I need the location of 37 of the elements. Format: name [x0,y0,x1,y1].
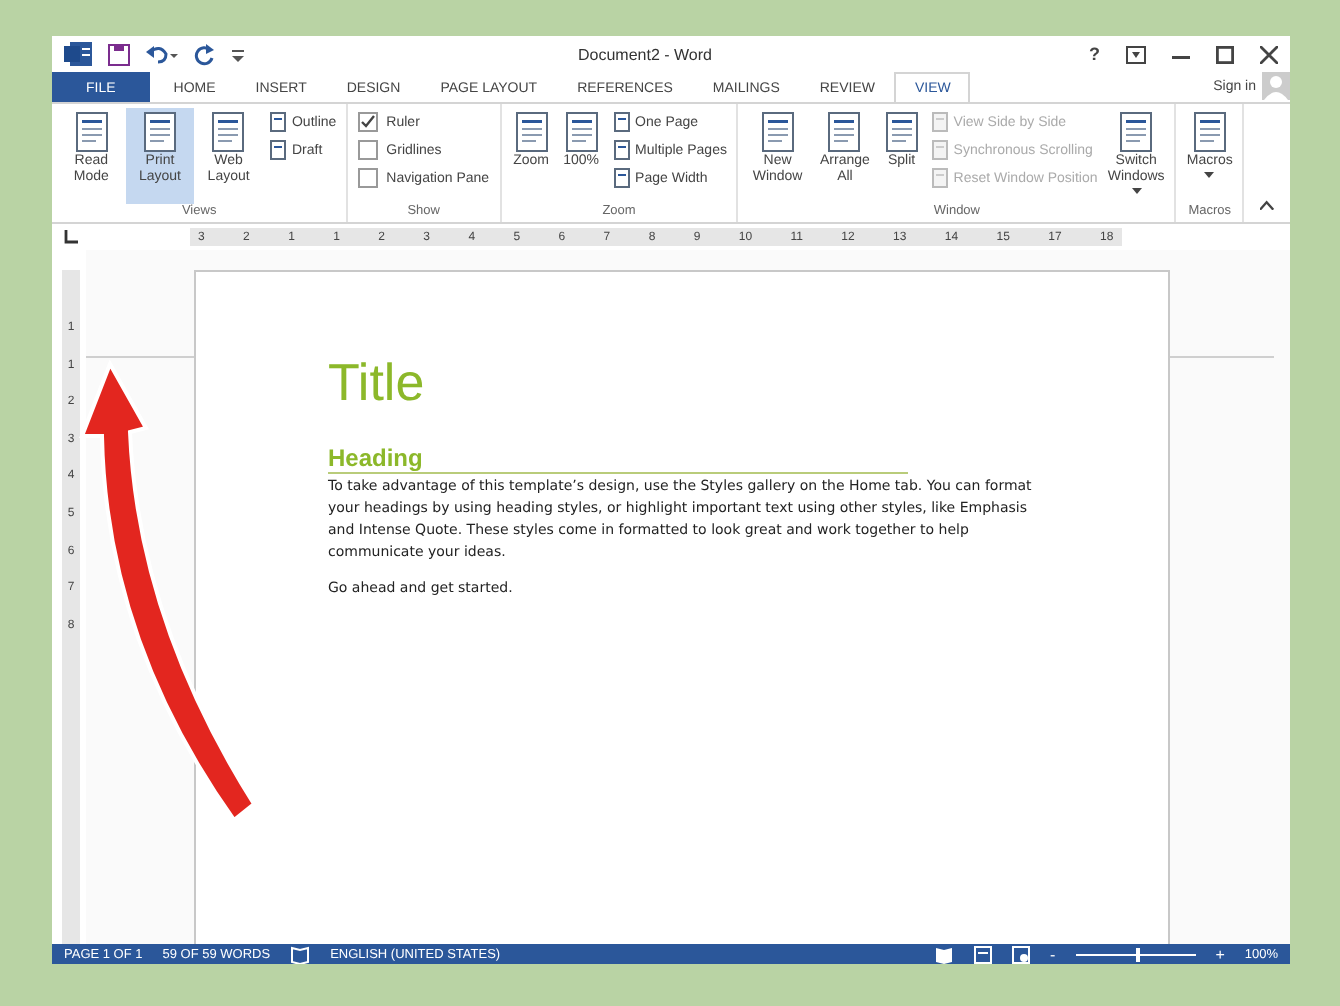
page-icon [561,110,602,154]
collapse-ribbon-icon[interactable] [1260,200,1274,210]
print-layout-icon[interactable] [974,945,993,963]
page-icon [757,110,798,154]
page-icon [611,140,632,160]
page-icon [611,112,632,132]
document-title: Title [328,352,427,412]
page-icon [267,140,288,160]
web-layout-icon[interactable] [1012,945,1031,963]
page-icon [267,112,288,132]
page-icon [611,168,632,188]
save-icon[interactable] [108,43,130,65]
page-icon [71,110,112,154]
tab-selector-icon[interactable] [64,230,78,244]
page-icon [824,110,865,154]
page-icon [139,110,180,154]
page-icon [929,112,950,132]
document-heading: Heading [328,444,908,474]
zoom-in-button[interactable]: + [1215,945,1225,963]
page-icon [881,110,922,154]
close-icon[interactable] [1260,45,1278,63]
page-icon [929,168,950,188]
page-icon [1189,110,1230,154]
page-icon [1116,110,1157,154]
word-logo-icon[interactable] [64,42,92,66]
check-icon [360,114,377,130]
help-button[interactable]: ? [1089,44,1100,64]
maximize-icon[interactable] [1216,45,1234,63]
page-icon [929,140,950,160]
redo-icon[interactable] [194,43,216,65]
customize-icon[interactable] [232,46,244,62]
ribbon-display-icon[interactable] [1126,45,1146,63]
page-icon [208,110,249,154]
zoom-out-button[interactable]: - [1050,945,1056,963]
window-title: Document2 - Word [578,45,714,63]
page-icon [511,110,552,154]
undo-icon[interactable] [146,43,178,65]
